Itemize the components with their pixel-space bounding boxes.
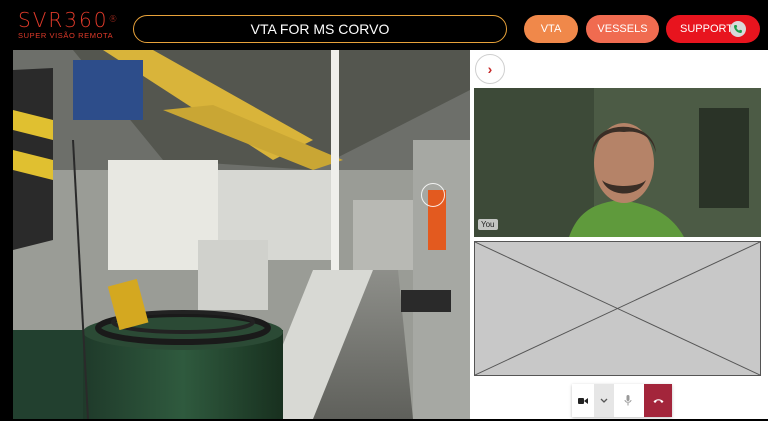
end-call-icon [653, 398, 663, 403]
logo-subtitle: SUPER VISÃO REMOTA [18, 31, 114, 40]
local-video-feed [474, 88, 761, 237]
support-label: SUPPORT [680, 23, 733, 35]
engine-room-scene [13, 50, 470, 419]
camera-icon [578, 397, 588, 404]
top-bar: SVR360® SUPER VISÃO REMOTA VTA FOR MS CO… [0, 0, 768, 50]
microphone-icon [624, 395, 632, 406]
camera-options-button[interactable] [594, 384, 614, 417]
support-button[interactable]: SUPPORT [666, 15, 760, 43]
chevron-right-icon: › [487, 61, 493, 77]
logo-text: SVR360 [18, 8, 109, 32]
mute-button[interactable] [614, 384, 642, 417]
logo-registered-mark: ® [108, 15, 120, 25]
local-video-label: You [478, 219, 498, 230]
remote-video-placeholder [474, 241, 761, 376]
camera-toggle-button[interactable] [572, 384, 594, 417]
panorama-viewer[interactable] [13, 50, 470, 419]
placeholder-cross [474, 241, 761, 376]
hotspot-icon[interactable] [421, 183, 445, 207]
phone-icon [730, 21, 746, 37]
collapse-panel-button[interactable]: › [475, 54, 505, 84]
chevron-down-icon [600, 398, 608, 403]
end-call-button[interactable] [644, 384, 672, 417]
logo-main: SVR360® [18, 10, 119, 30]
logo: SVR360® SUPER VISÃO REMOTA [18, 10, 119, 40]
video-call-panel: › You [470, 50, 768, 419]
local-video: You [474, 88, 761, 237]
call-controls [572, 384, 672, 417]
vessels-button[interactable]: VESSELS [586, 15, 659, 43]
page-title: VTA FOR MS CORVO [133, 15, 507, 43]
vta-button[interactable]: VTA [524, 15, 578, 43]
